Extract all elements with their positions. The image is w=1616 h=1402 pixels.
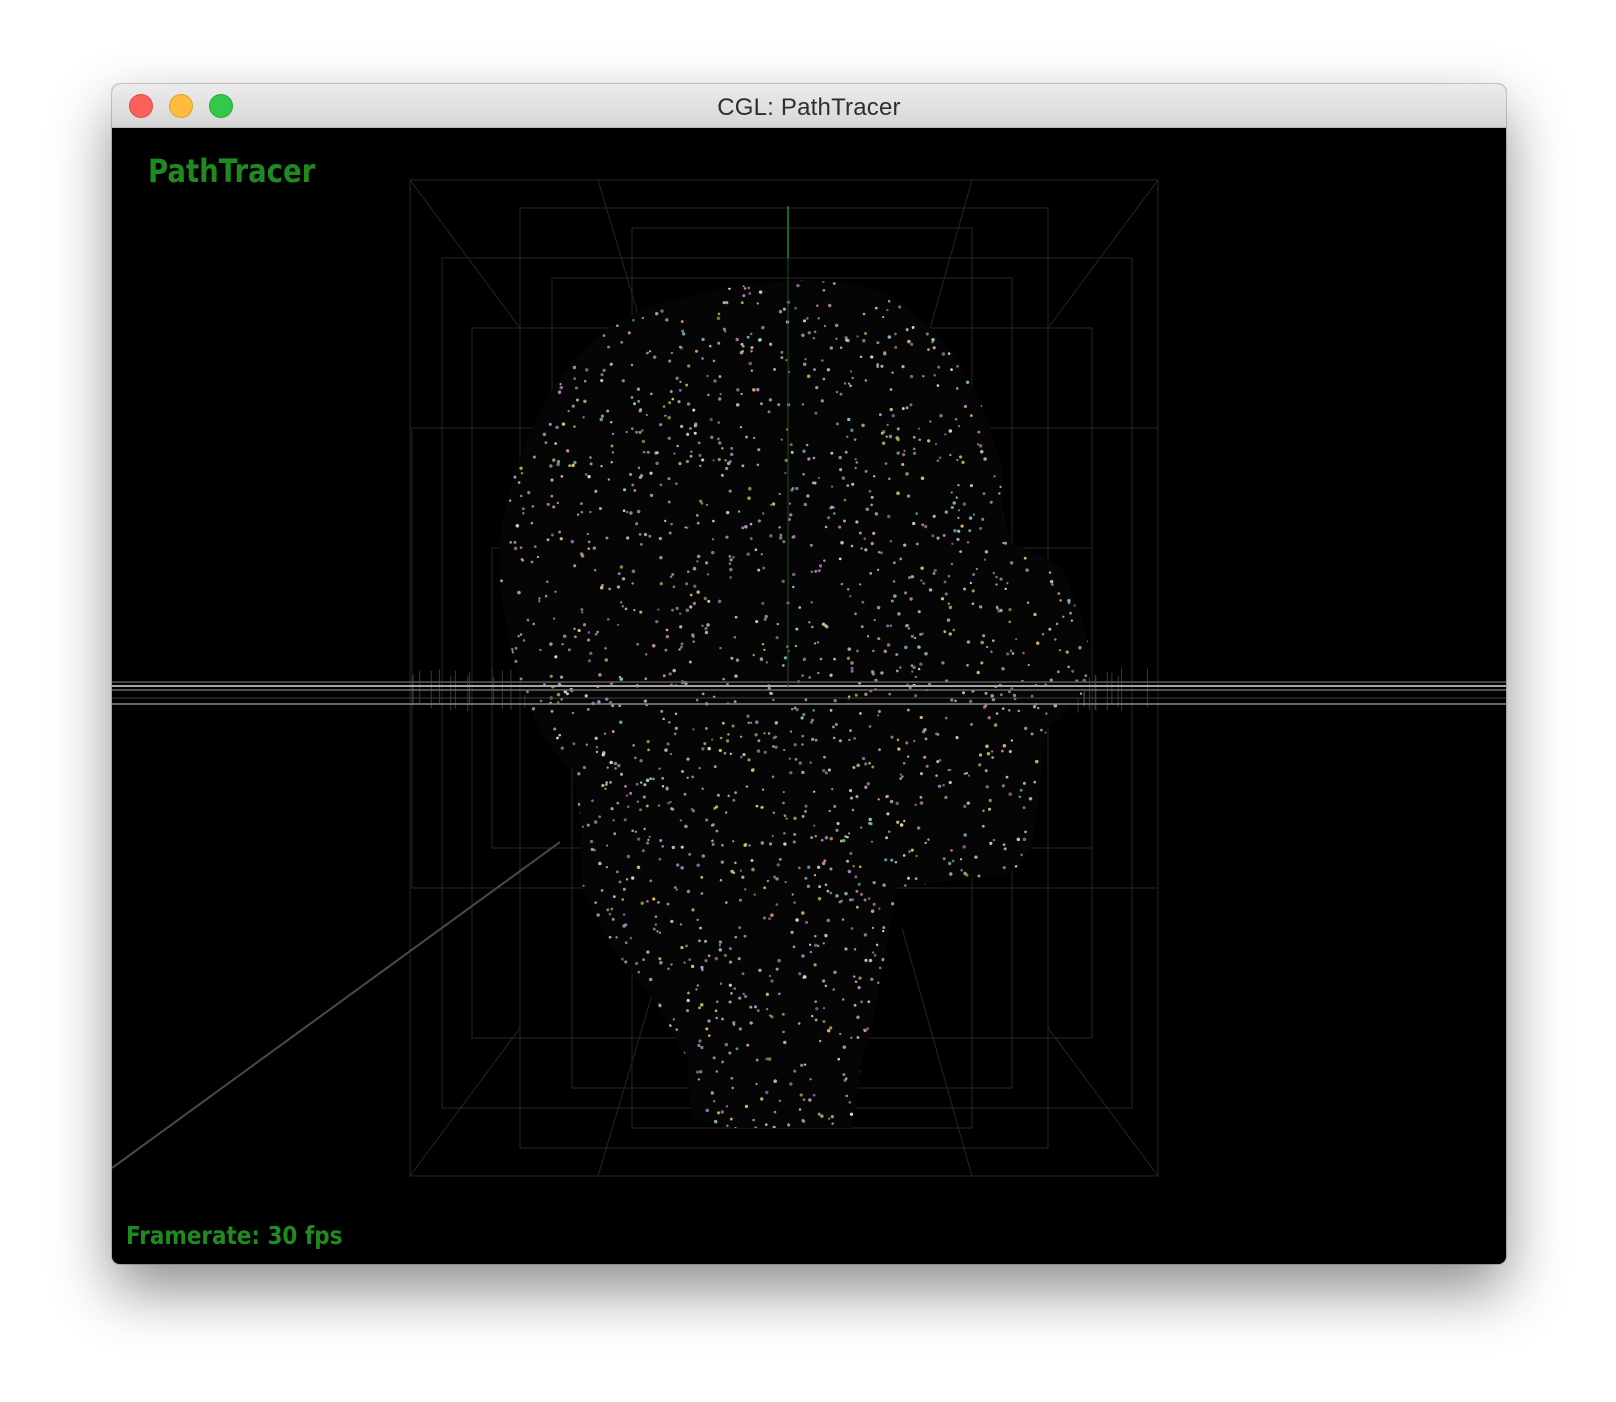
scene-canvas[interactable] (112, 128, 1506, 1264)
framerate-label: Framerate: 30 fps (126, 1221, 343, 1250)
app-window: CGL: PathTracer PathTracer Framerate: 30… (112, 84, 1506, 1264)
window-title: CGL: PathTracer (717, 94, 901, 121)
title-bar[interactable]: CGL: PathTracer (112, 84, 1506, 128)
render-viewport[interactable]: PathTracer Framerate: 30 fps (112, 128, 1506, 1264)
app-title: PathTracer (148, 152, 316, 190)
